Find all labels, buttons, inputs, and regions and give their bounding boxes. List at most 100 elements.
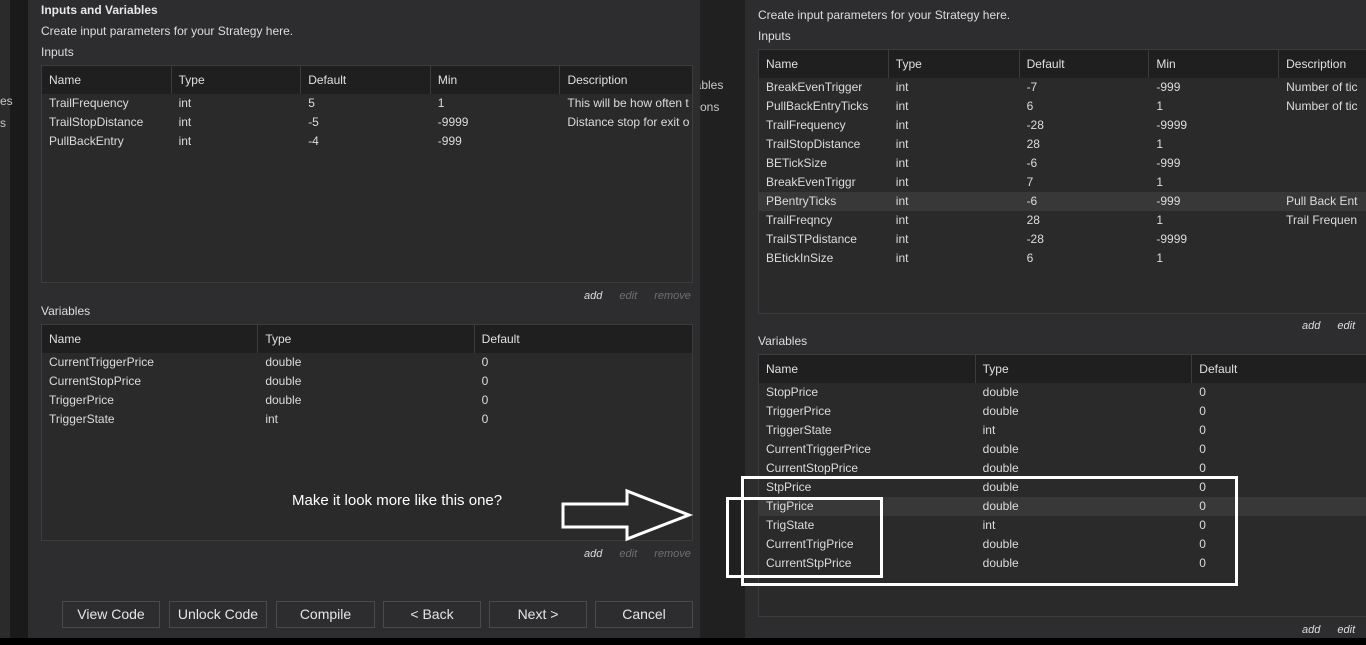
table-cell: 0 (1199, 404, 1206, 418)
table-cell (1279, 230, 1366, 249)
edit-variable-link[interactable]: edit (619, 548, 637, 560)
table-row[interactable]: PullBackEntryTicks int 6 1 Number of tic (759, 97, 1366, 116)
table-row[interactable]: BEtickInSize int 6 1 (759, 249, 1366, 268)
annotation-text: Make it look more like this one? (292, 492, 503, 509)
table-cell: -6 (1026, 194, 1038, 208)
column-header[interactable]: Name (759, 355, 976, 383)
table-cell: TriggerPrice (49, 393, 114, 407)
table-row[interactable]: PBentryTicks int -6 -999 Pull Back Ent (759, 192, 1366, 211)
table-cell: -4 (308, 134, 319, 148)
remove-variable-link[interactable]: remove (654, 548, 691, 560)
column-header[interactable]: Name (759, 50, 889, 78)
add-variable-link[interactable]: add (1302, 624, 1320, 636)
table-row[interactable]: TrailStopDistance int 28 1 (759, 135, 1366, 154)
column-header[interactable]: Default (1192, 355, 1366, 383)
inputs-grid-header: Name Type Default Min Description (759, 50, 1366, 78)
table-row[interactable]: CurrentTriggerPrice double 0 (42, 353, 692, 372)
table-row[interactable]: TriggerPrice double 0 (42, 391, 692, 410)
table-cell (1279, 173, 1366, 192)
inputs-grid[interactable]: Name Type Default Min Description TrailF… (41, 65, 693, 283)
table-cell: 0 (1199, 385, 1206, 399)
column-header[interactable]: Name (42, 325, 259, 353)
table-row[interactable]: BreakEvenTriggr int 7 1 (759, 173, 1366, 192)
table-cell: TrailFrequency (766, 118, 846, 132)
table-cell: This will be how often t (567, 96, 689, 110)
add-input-link[interactable]: add (584, 290, 602, 302)
table-row[interactable]: CurrentTriggerPrice double 0 (759, 440, 1366, 459)
table-cell: int (178, 96, 192, 110)
table-cell: 1 (1156, 175, 1164, 189)
column-header[interactable]: Default (1020, 50, 1150, 78)
column-header[interactable]: Default (301, 66, 431, 94)
column-header[interactable]: Type (889, 50, 1020, 78)
unlock-code-button[interactable]: Unlock Code (169, 601, 267, 628)
table-cell: int (178, 134, 192, 148)
column-header[interactable]: Name (42, 66, 172, 94)
table-row[interactable]: TriggerState int 0 (759, 421, 1366, 440)
table-cell: 28 (1026, 213, 1040, 227)
remove-input-link[interactable]: remove (654, 290, 691, 302)
table-cell: CurrentTriggerPrice (766, 442, 871, 456)
column-header[interactable]: Type (172, 66, 302, 94)
table-cell: 0 (1199, 423, 1206, 437)
edit-input-link[interactable]: edit (619, 290, 637, 302)
next-button[interactable]: Next > (489, 601, 587, 628)
table-row[interactable]: TriggerPrice double 0 (759, 402, 1366, 421)
table-cell: -999 (437, 134, 462, 148)
table-cell: 0 (481, 412, 489, 426)
table-row[interactable]: PullBackEntry int -4 -999 (42, 132, 692, 151)
variables-grid-header: Name Type Default (759, 355, 1366, 383)
table-row[interactable]: CurrentStopPrice double 0 (42, 372, 692, 391)
table-cell: 5 (308, 96, 315, 110)
table-row[interactable]: TriggerState int 0 (42, 410, 692, 429)
edit-input-link[interactable]: edit (1337, 320, 1355, 332)
table-row[interactable]: BreakEvenTrigger int -7 -999 Number of tic (759, 78, 1366, 97)
table-cell: int (895, 99, 909, 113)
column-header[interactable]: Description (1279, 50, 1366, 78)
table-row[interactable]: TrailFrequency int 5 1 This will be how ofte… (42, 94, 692, 113)
table-row[interactable]: TrailFrequency int -28 -9999 (759, 116, 1366, 135)
table-cell: CurrentStopPrice (49, 374, 142, 388)
table-cell: TrailStopDistance (766, 137, 861, 151)
table-cell: 1 (1156, 251, 1164, 265)
variables-label: Variables (41, 304, 91, 318)
variables-actions: add edit (1288, 624, 1355, 636)
page-subtitle: Create input parameters for your Strateg… (758, 8, 1011, 22)
add-variable-link[interactable]: add (584, 548, 602, 560)
table-cell: int (895, 232, 909, 246)
table-cell: Pull Back Ent (1286, 194, 1358, 208)
table-row[interactable]: BETickSize int -6 -999 (759, 154, 1366, 173)
table-cell: double (265, 374, 302, 388)
column-header[interactable]: Type (258, 325, 475, 353)
table-cell: int (895, 194, 909, 208)
view-code-button[interactable]: View Code (62, 601, 160, 628)
table-cell: -9999 (437, 115, 469, 129)
back-button[interactable]: < Back (383, 601, 481, 628)
table-cell: TrailFreqncy (766, 213, 833, 227)
cancel-button[interactable]: Cancel (595, 601, 693, 628)
table-row[interactable]: StopPrice double 0 (759, 383, 1366, 402)
column-header[interactable]: Description (560, 66, 692, 94)
column-header[interactable]: Type (976, 355, 1193, 383)
table-cell: TriggerState (49, 412, 115, 426)
compile-button[interactable]: Compile (276, 601, 375, 628)
inputs-actions: add edit (1288, 320, 1355, 332)
table-cell: 1 (1156, 213, 1164, 227)
table-cell: Number of tic (1286, 80, 1358, 94)
column-header[interactable]: Min (431, 66, 561, 94)
inputs-grid[interactable]: Name Type Default Min Description BreakE… (758, 49, 1366, 314)
add-input-link[interactable]: add (1302, 320, 1320, 332)
table-cell (1279, 154, 1366, 173)
table-row[interactable]: TrailFreqncy int 28 1 Trail Frequen (759, 211, 1366, 230)
table-cell: -999 (1156, 156, 1181, 170)
table-row[interactable]: TrailStopDistance int -5 -9999 Distance stop… (42, 113, 692, 132)
table-cell: BreakEvenTriggr (766, 175, 856, 189)
table-cell: int (895, 80, 909, 94)
table-cell: PBentryTicks (766, 194, 837, 208)
table-row[interactable]: TrailSTPdistance int -28 -9999 (759, 230, 1366, 249)
table-cell: -9999 (1156, 232, 1188, 246)
edit-variable-link[interactable]: edit (1337, 624, 1355, 636)
column-header[interactable]: Min (1149, 50, 1280, 78)
column-header[interactable]: Default (475, 325, 692, 353)
table-cell (1279, 116, 1366, 135)
